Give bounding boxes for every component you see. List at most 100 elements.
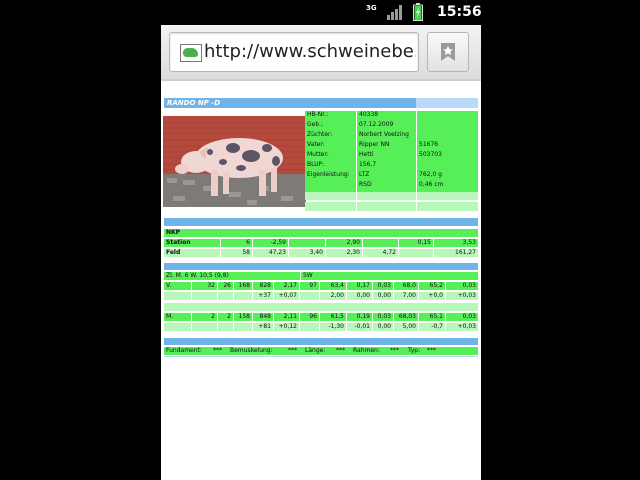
litter-empty-row: [164, 303, 478, 311]
nkp-separator: [164, 218, 478, 226]
nkp-cell: 3,40: [309, 249, 323, 256]
litter-cell: [234, 292, 252, 300]
litter-cell: 0,00: [356, 292, 370, 299]
nkp-row-label: Station: [166, 239, 191, 246]
litter-cell: [164, 292, 191, 300]
litter-cell: 63,4: [330, 282, 344, 289]
info-extra: 503703: [419, 151, 442, 158]
ratings-underline: [164, 356, 478, 357]
info-extra: 51676: [419, 141, 439, 148]
nkp-cell: 3,53: [462, 239, 476, 246]
nkp-cell: 6: [246, 239, 250, 246]
litter-cell: [234, 323, 252, 331]
litter-cell: 0,03: [377, 313, 391, 320]
rating-value: ***: [390, 347, 399, 354]
clock: 15:56: [437, 4, 481, 20]
litter-cell: 68,03: [398, 313, 416, 320]
litter-cell: +0,03: [457, 292, 476, 299]
nkp-cell: 2,90: [346, 239, 360, 246]
litter-cell: 26: [223, 282, 231, 289]
info-table-empty-row: [305, 202, 478, 211]
info-value: RSD: [359, 181, 372, 188]
rating-value: ***: [288, 347, 297, 354]
info-extra: [417, 121, 478, 129]
rating-label: Fundament:: [166, 347, 202, 354]
litter-cell: 2,17: [283, 282, 297, 289]
nkp-cell: 161,27: [455, 249, 476, 256]
litter-header: Zl. M. 6 W. 10,5 (9,8): [164, 272, 300, 280]
bookmark-button[interactable]: [427, 32, 469, 72]
litter-separator: [164, 263, 478, 270]
litter-cell: [192, 323, 217, 331]
litter-cell: 828: [259, 282, 271, 289]
nkp-cell: [289, 239, 325, 247]
litter-cell: [300, 323, 319, 331]
litter-cell: 61,5: [330, 313, 344, 320]
info-extra: 762,0 g: [419, 171, 442, 178]
rating-label: Rahmen:: [353, 347, 380, 354]
litter-cell: 168: [238, 282, 250, 289]
nkp-cell: [399, 249, 433, 257]
nkp-cell: 0,15: [417, 239, 431, 246]
info-extra: 0,46 cm: [419, 181, 444, 188]
litter-cell: 2: [211, 313, 215, 320]
nkp-row-label: Feld: [166, 249, 181, 256]
info-extra: [417, 131, 478, 139]
info-extra: [417, 111, 478, 119]
litter-cell: +0,07: [278, 292, 297, 299]
rating-value: ***: [336, 347, 345, 354]
litter-cell: V.: [166, 282, 172, 289]
info-label: Geb.:: [307, 121, 324, 128]
litter-cell: 0,03: [462, 282, 476, 289]
url-field[interactable]: http://www.schweinebe...: [169, 32, 419, 72]
nkp-cell: 58: [242, 249, 250, 256]
litter-cell: 5,00: [402, 323, 416, 330]
nkp-cell: 2,30: [346, 249, 360, 256]
rating-label: Bemuskelung:: [230, 347, 273, 354]
nkp-cell: 4,72: [382, 249, 396, 256]
info-value: LTZ: [359, 171, 370, 178]
litter-cell: 2,00: [330, 292, 344, 299]
rating-label: Länge:: [305, 347, 326, 354]
rating-value: ***: [213, 347, 222, 354]
litter-cell: 158: [238, 313, 250, 320]
pig-photo: [163, 116, 306, 207]
sw-header: SW: [301, 272, 478, 280]
info-value: Hetti: [359, 151, 374, 158]
litter-cell: [218, 292, 233, 300]
info-label: BLUP:: [307, 161, 325, 168]
litter-cell: -1,30: [328, 323, 344, 330]
litter-cell: 2,11: [283, 313, 297, 320]
network-indicator: 3G: [366, 4, 377, 12]
nkp-cell: -2,59: [270, 239, 286, 246]
litter-cell: [192, 292, 217, 300]
litter-cell: 0,00: [377, 292, 391, 299]
litter-cell: -0,01: [354, 323, 370, 330]
litter-cell: 97: [309, 282, 317, 289]
nkp-cell: 47,23: [268, 249, 286, 256]
litter-cell: 65,1: [429, 313, 443, 320]
title-bar-end: [416, 98, 478, 108]
nkp-header: NKP: [164, 229, 478, 237]
info-label: [305, 181, 356, 189]
litter-cell: 0,00: [377, 323, 391, 330]
info-extra: [417, 161, 478, 169]
litter-cell: 848: [259, 313, 271, 320]
rating-label: Typ:: [408, 347, 421, 354]
litter-cell: 65,2: [429, 282, 443, 289]
info-table-empty-row: [305, 192, 478, 200]
info-label: Vater:: [307, 141, 325, 148]
rating-value: ***: [427, 347, 436, 354]
litter-cell: 0,03: [377, 282, 391, 289]
bookmark-star-icon: [441, 43, 455, 61]
litter-cell: +0,03: [457, 323, 476, 330]
litter-cell: 0,03: [462, 313, 476, 320]
battery-icon: [413, 3, 423, 21]
signal-icon: [387, 5, 402, 20]
url-text[interactable]: http://www.schweinebe...: [204, 42, 416, 62]
litter-cell: +0,0: [428, 292, 443, 299]
info-label: Züchter:: [307, 131, 333, 138]
info-value: Ripper NN: [359, 141, 390, 148]
litter-cell: 0,17: [356, 282, 370, 289]
litter-cell: [164, 323, 191, 331]
